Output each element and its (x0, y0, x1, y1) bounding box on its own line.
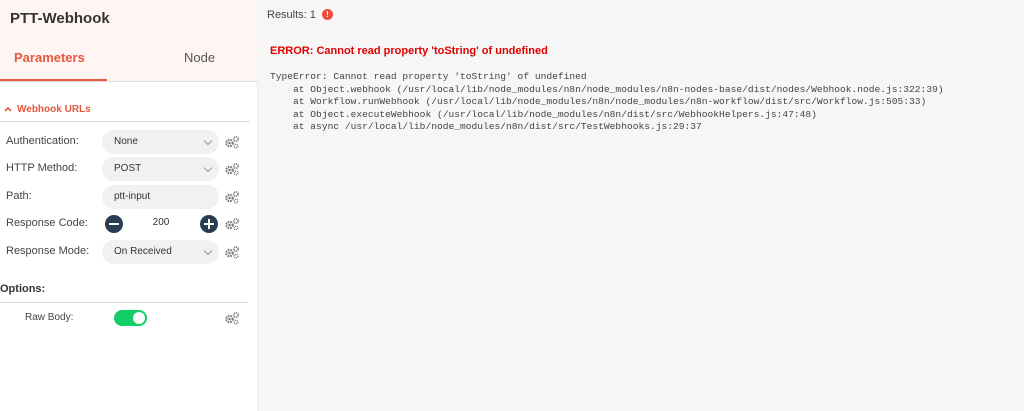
param-response-code: Response Code: 200 (0, 212, 258, 236)
gears-icon[interactable] (224, 245, 240, 259)
gears-icon[interactable] (224, 217, 240, 231)
plus-icon-vertical (208, 219, 210, 229)
node-title[interactable]: PTT-Webhook (10, 10, 110, 27)
increment-button[interactable] (200, 215, 218, 233)
minus-icon (109, 223, 119, 225)
options-heading: Options: (0, 283, 46, 295)
authentication-select[interactable]: None (102, 130, 219, 154)
info-icon[interactable]: ! (321, 8, 333, 20)
webhook-urls-toggle[interactable]: Webhook URLs (4, 104, 91, 115)
panel-header: PTT-Webhook Parameters Node (0, 0, 258, 82)
chevron-up-icon (4, 104, 12, 114)
tab-parameters[interactable]: Parameters (14, 50, 85, 65)
error-message: ERROR: Cannot read property 'toString' o… (270, 45, 548, 57)
response-code-label: Response Code: (6, 217, 88, 229)
results-label: Results: 1 (267, 9, 316, 21)
http-method-select[interactable]: POST (102, 157, 219, 181)
param-path: Path: ptt-input (0, 185, 258, 209)
chevron-down-icon (203, 246, 213, 256)
gears-icon[interactable] (224, 135, 240, 149)
gears-icon[interactable] (224, 162, 240, 176)
results-count: Results: 1! (267, 8, 333, 21)
param-authentication: Authentication: None (0, 130, 258, 154)
authentication-label: Authentication: (6, 135, 79, 147)
webhook-urls-label: Webhook URLs (17, 104, 91, 115)
app: PTT-Webhook Parameters Node Webhook URLs… (0, 0, 1024, 411)
response-mode-select[interactable]: On Received (102, 240, 219, 264)
toggle-knob (133, 312, 145, 324)
node-parameters-panel: PTT-Webhook Parameters Node Webhook URLs… (0, 0, 258, 411)
raw-body-label: Raw Body: (25, 312, 74, 323)
gears-icon[interactable] (224, 190, 240, 204)
response-mode-label: Response Mode: (6, 245, 90, 257)
chevron-down-icon (203, 136, 213, 146)
param-http-method: HTTP Method: POST (0, 157, 258, 181)
http-method-value: POST (114, 163, 142, 174)
response-mode-value: On Received (114, 246, 172, 257)
response-code-input[interactable]: 200 (122, 217, 200, 228)
options-divider (0, 302, 248, 303)
error-stack-trace: TypeError: Cannot read property 'toStrin… (270, 71, 944, 132)
section-divider (0, 121, 250, 122)
chevron-down-icon (203, 163, 213, 173)
gears-icon[interactable] (224, 311, 240, 325)
raw-body-toggle[interactable] (114, 310, 147, 326)
tab-node[interactable]: Node (184, 50, 215, 65)
param-response-mode: Response Mode: On Received (0, 240, 258, 264)
active-tab-indicator (0, 79, 107, 81)
path-label: Path: (6, 190, 32, 202)
decrement-button[interactable] (105, 215, 123, 233)
authentication-value: None (114, 136, 138, 147)
path-value: ptt-input (114, 191, 151, 202)
http-method-label: HTTP Method: (6, 162, 78, 174)
path-input[interactable]: ptt-input (102, 185, 219, 209)
